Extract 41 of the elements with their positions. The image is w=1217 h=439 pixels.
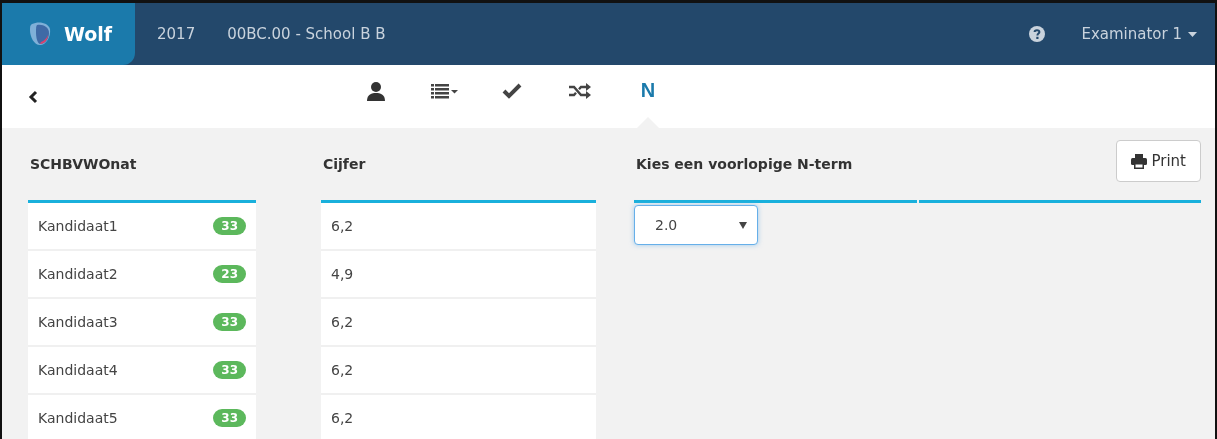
candidate-name: Kandidaat2 (38, 266, 118, 282)
user-menu[interactable]: Examinator 1 (1081, 25, 1197, 43)
candidate-row[interactable]: Kandidaat3 33 (28, 299, 256, 347)
list-icon (430, 82, 458, 99)
n-term-dropdown[interactable]: 2.0 (634, 205, 758, 245)
caret-icon (1188, 31, 1197, 37)
n-term-tab[interactable]: N (614, 65, 682, 128)
person-icon (367, 80, 385, 101)
logo-icon (28, 21, 52, 47)
candidate-row[interactable]: Kandidaat4 33 (28, 347, 256, 395)
candidate-name: Kandidaat5 (38, 410, 118, 426)
column-heading: Cijfer (322, 155, 367, 174)
score-badge: 33 (213, 409, 246, 427)
score-badge: 33 (213, 217, 246, 235)
candidate-row[interactable]: Kandidaat5 33 (28, 395, 256, 439)
help-icon[interactable] (1029, 26, 1046, 42)
year-link[interactable]: 2017 (157, 25, 196, 43)
score-badge: 33 (213, 361, 246, 379)
column-heading: SCHBVWOnat (29, 155, 138, 174)
column-heading: Kies een voorlopige N-term (635, 155, 854, 174)
grade-cell: 6,2 (321, 347, 596, 395)
printer-icon (1131, 153, 1148, 169)
back-icon[interactable] (28, 89, 38, 104)
grade-cell: 4,9 (321, 251, 596, 299)
brand-tab[interactable]: Wolf (2, 3, 135, 65)
grade-cell: 6,2 (321, 299, 596, 347)
shuffle-icon (569, 82, 591, 99)
app-name: Wolf (64, 23, 113, 45)
print-button[interactable]: Print (1116, 140, 1201, 182)
score-badge: 23 (213, 265, 246, 283)
score-badge: 33 (213, 313, 246, 331)
candidate-name: Kandidaat3 (38, 314, 118, 330)
school-link[interactable]: 00BC.00 - School B B (227, 25, 386, 43)
candidate-row[interactable]: Kandidaat2 23 (28, 251, 256, 299)
candidate-name: Kandidaat4 (38, 362, 118, 378)
candidate-name: Kandidaat1 (38, 218, 118, 234)
candidate-row[interactable]: Kandidaat1 33 (28, 203, 256, 251)
check-icon (502, 82, 522, 99)
grade-cell: 6,2 (321, 395, 596, 439)
grade-cell: 6,2 (321, 203, 596, 251)
caret-icon (739, 221, 747, 229)
